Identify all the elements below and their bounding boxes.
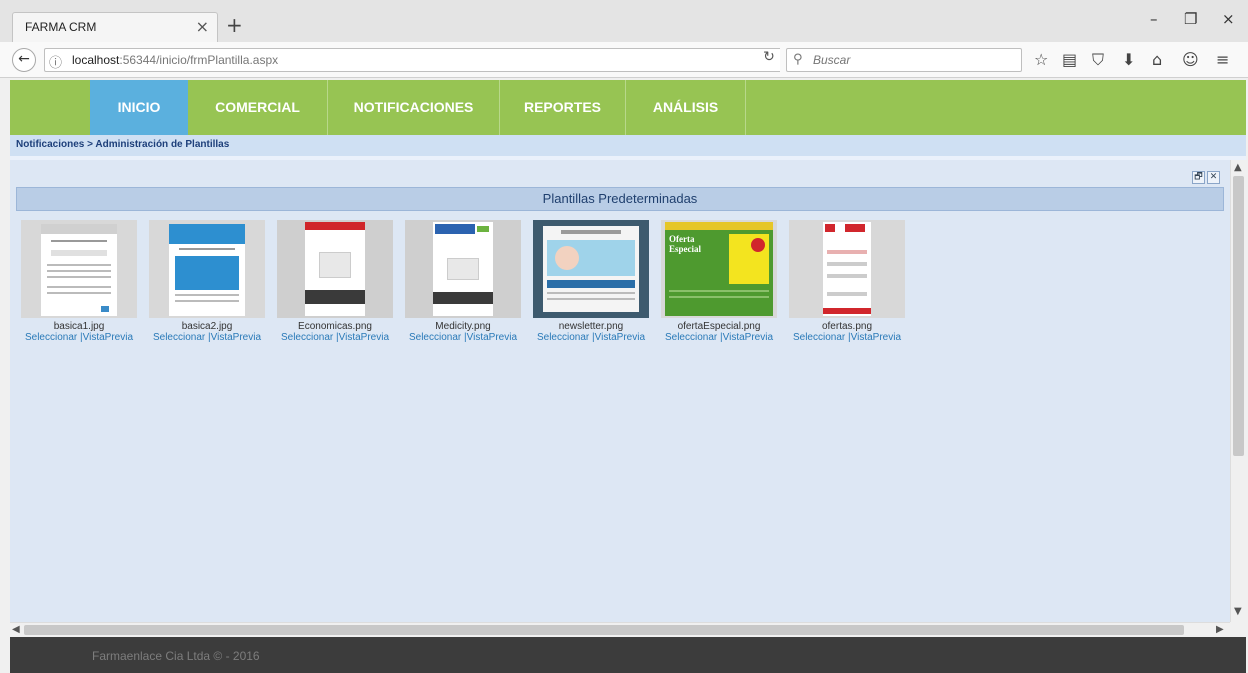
minimize-button[interactable]: – [1150,10,1158,28]
template-card: basica2.jpg Seleccionar |VistaPrevia [143,220,271,343]
scroll-left-icon[interactable]: ◀ [12,624,20,635]
nav-item-notificaciones[interactable]: NOTIFICACIONES [328,80,500,135]
chat-icon[interactable]: ☺ [1182,50,1199,69]
preview-link[interactable]: |VistaPrevia [208,332,261,343]
template-card: ofertas.png Seleccionar |VistaPrevia [783,220,911,343]
template-filename: ofertas.png [821,321,873,332]
browser-tab[interactable]: FARMA CRM × [12,12,218,42]
scroll-up-icon[interactable]: ▲ [1234,162,1242,173]
horizontal-scrollbar[interactable]: ◀ ▶ [10,622,1230,637]
select-link[interactable]: Seleccionar [281,332,333,343]
vertical-scrollbar[interactable]: ▲ ▼ [1230,160,1246,622]
search-box[interactable]: ⚲ [786,48,1022,72]
select-link[interactable]: Seleccionar [153,332,205,343]
footer: Farmaenlace Cia Ltda © - 2016 [10,637,1246,673]
tab-close-icon[interactable]: × [196,17,209,36]
select-link[interactable]: Seleccionar [793,332,845,343]
panel-close-icon[interactable]: ✕ [1207,171,1220,184]
preview-link[interactable]: |VistaPrevia [336,332,389,343]
back-arrow-icon: ← [18,51,30,67]
template-thumbnail[interactable] [789,220,905,318]
bookmark-star-icon[interactable]: ☆ [1034,50,1048,69]
url-host: localhost [72,53,120,67]
panel-restore-icon[interactable]: 🗗 [1192,171,1205,184]
reload-icon[interactable]: ↻ [756,49,782,73]
template-thumbnail[interactable]: Oferta Especial [661,220,777,318]
nav-item-inicio[interactable]: INICIO [90,80,188,135]
menu-icon[interactable]: ≡ [1216,50,1229,69]
preview-link[interactable]: |VistaPrevia [80,332,133,343]
back-button[interactable]: ← [12,48,36,72]
scroll-right-icon[interactable]: ▶ [1216,624,1224,635]
pocket-icon[interactable]: ⛉ [1092,50,1104,70]
template-card: Medicity.png Seleccionar |VistaPrevia [399,220,527,343]
breadcrumb-bar: Notificaciones > Administración de Plant… [10,135,1246,156]
browser-titlebar: FARMA CRM × + – ❐ × [0,0,1248,42]
templates-panel: 🗗 ✕ Plantillas Predeterminadas basica1.jp… [10,160,1230,622]
template-filename: ofertaEspecial.png [677,321,761,332]
tab-title: FARMA CRM [25,20,97,34]
section-title: Plantillas Predeterminadas [16,187,1224,211]
template-filename: newsletter.png [558,321,624,332]
search-input[interactable] [813,51,1013,69]
footer-copyright: Farmaenlace Cia Ltda © - 2016 [92,649,260,663]
template-thumbnail[interactable] [277,220,393,318]
scroll-down-icon[interactable]: ▼ [1234,606,1242,617]
main-navigation: INICIO COMERCIAL NOTIFICACIONES REPORTES… [10,80,1246,135]
template-filename: basica1.jpg [53,321,105,332]
url-bar[interactable]: ⓘ localhost:56344/inicio/frmPlantilla.as… [44,48,780,72]
template-thumbnail[interactable] [405,220,521,318]
preview-link[interactable]: |VistaPrevia [464,332,517,343]
browser-navbar: ← ⓘ localhost:56344/inicio/frmPlantilla.… [0,42,1248,78]
site-info-icon[interactable]: ⓘ [49,52,62,71]
url-path: :56344/inicio/frmPlantilla.aspx [119,53,279,67]
template-thumbnail[interactable] [21,220,137,318]
panel-tools: 🗗 ✕ [1190,164,1220,184]
breadcrumb: Notificaciones > Administración de Plant… [16,139,230,150]
nav-item-comercial[interactable]: COMERCIAL [188,80,328,135]
search-icon: ⚲ [793,52,803,67]
select-link[interactable]: Seleccionar [409,332,461,343]
reading-list-icon[interactable]: ▤ [1062,50,1077,69]
select-link[interactable]: Seleccionar [665,332,717,343]
template-card: Economicas.png Seleccionar |VistaPrevia [271,220,399,343]
nav-item-analisis[interactable]: ANÁLISIS [626,80,746,135]
template-card: Oferta Especial ofertaEspecial.png Selecc… [655,220,783,343]
restore-button[interactable]: ❐ [1184,10,1197,28]
preview-link[interactable]: |VistaPrevia [592,332,645,343]
select-link[interactable]: Seleccionar [25,332,77,343]
preview-link[interactable]: |VistaPrevia [848,332,901,343]
template-filename: basica2.jpg [181,321,233,332]
template-card: basica1.jpg Seleccionar |VistaPrevia [15,220,143,343]
horizontal-scroll-thumb[interactable] [24,625,1184,635]
new-tab-button[interactable]: + [226,13,243,37]
preview-link[interactable]: |VistaPrevia [720,332,773,343]
template-thumbnail[interactable] [533,220,649,318]
nav-item-reportes[interactable]: REPORTES [500,80,626,135]
url-text: localhost:56344/inicio/frmPlantilla.aspx [72,53,278,67]
template-filename: Medicity.png [435,321,491,332]
template-card: newsletter.png Seleccionar |VistaPrevia [527,220,655,343]
template-filename: Economicas.png [298,321,372,332]
vertical-scroll-thumb[interactable] [1233,176,1244,456]
template-thumbnail[interactable] [149,220,265,318]
home-icon[interactable]: ⌂ [1152,50,1162,69]
close-window-button[interactable]: × [1222,10,1235,28]
download-icon[interactable]: ⬇ [1122,50,1135,69]
select-link[interactable]: Seleccionar [537,332,589,343]
